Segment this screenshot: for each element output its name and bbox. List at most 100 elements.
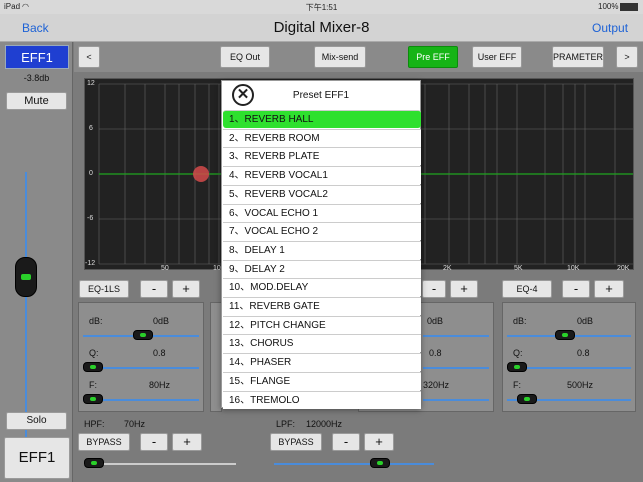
status-bar: iPad ◠ 下午1:51 100% bbox=[0, 0, 643, 14]
eq3-plus-button[interactable]: + bbox=[450, 280, 478, 298]
x-tick-20k: 20K bbox=[617, 265, 630, 272]
eq1-plus-button[interactable]: + bbox=[172, 280, 200, 298]
preset-item[interactable]: 9、DELAY 2 bbox=[223, 259, 421, 278]
solo-button[interactable]: Solo bbox=[6, 412, 67, 430]
eq4-f-label: F: bbox=[513, 380, 521, 390]
eq4-card: dB: 0dB Q: 0.8 F: 500Hz bbox=[502, 302, 636, 412]
lpf-bypass-button[interactable]: BYPASS bbox=[270, 433, 322, 451]
navigation-bar: Back Digital Mixer-8 Output bbox=[0, 14, 643, 42]
eq4-minus-button[interactable]: - bbox=[562, 280, 590, 298]
eq4-db-knob[interactable] bbox=[555, 330, 575, 340]
eq-out-button[interactable]: EQ Out bbox=[220, 46, 270, 68]
preset-item[interactable]: 16、TREMOLO bbox=[223, 390, 421, 409]
lpf-label: LPF: bbox=[276, 419, 296, 429]
eq4-f-value: 500Hz bbox=[567, 380, 594, 390]
page-title: Digital Mixer-8 bbox=[273, 19, 370, 36]
eq3-minus-button[interactable]: - bbox=[422, 280, 446, 298]
lpf-value: 12000Hz bbox=[306, 419, 343, 429]
eq1-q-knob[interactable] bbox=[83, 362, 103, 372]
preset-item[interactable]: 5、REVERB VOCAL2 bbox=[223, 184, 421, 203]
toolbar: < EQ Out Mix-send Pre EFF User EFF PRAME… bbox=[74, 42, 643, 72]
eq1-q-value: 0.8 bbox=[153, 348, 166, 358]
eq1-q-label: Q: bbox=[89, 348, 99, 358]
eq4-q-knob[interactable] bbox=[507, 362, 527, 372]
eq3-db-value: 0dB bbox=[427, 316, 444, 326]
preset-item[interactable]: 13、CHORUS bbox=[223, 334, 421, 353]
hpf-minus-button[interactable]: - bbox=[140, 433, 168, 451]
lpf-slider[interactable] bbox=[274, 463, 434, 465]
preset-item[interactable]: 8、DELAY 1 bbox=[223, 240, 421, 259]
output-button[interactable]: Output bbox=[592, 21, 628, 35]
eq1-db-label: dB: bbox=[89, 316, 103, 326]
eq4-q-label: Q: bbox=[513, 348, 523, 358]
y-tick-6: 6 bbox=[89, 125, 93, 132]
parameter-button[interactable]: PRAMETER bbox=[552, 46, 604, 68]
eq1-name-button[interactable]: EQ-1LS bbox=[79, 280, 129, 298]
fader-knob[interactable] bbox=[15, 257, 37, 297]
hpf-value: 70Hz bbox=[124, 419, 146, 429]
eq1-f-value: 80Hz bbox=[149, 380, 171, 390]
preset-item[interactable]: 10、MOD.DELAY bbox=[223, 278, 421, 297]
x-tick-50: 50 bbox=[161, 265, 169, 272]
eq4-plus-button[interactable]: + bbox=[594, 280, 624, 298]
preset-item[interactable]: 4、REVERB VOCAL1 bbox=[223, 166, 421, 185]
eq1-minus-button[interactable]: - bbox=[140, 280, 168, 298]
fader-track[interactable] bbox=[25, 172, 27, 442]
x-tick-2k: 2K bbox=[443, 265, 452, 272]
lpf-minus-button[interactable]: - bbox=[332, 433, 360, 451]
preset-item[interactable]: 2、REVERB ROOM bbox=[223, 128, 421, 147]
hpf-label: HPF: bbox=[84, 419, 105, 429]
preset-dialog: ✕ Preset EFF1 1、REVERB HALL 2、REVERB ROOM… bbox=[221, 80, 421, 409]
eq3-db-slider[interactable] bbox=[423, 335, 489, 337]
preset-item[interactable]: 15、FLANGE bbox=[223, 371, 421, 390]
preset-item[interactable]: 11、REVERB GATE bbox=[223, 297, 421, 315]
mix-send-button[interactable]: Mix-send bbox=[314, 46, 366, 68]
next-button[interactable]: > bbox=[616, 46, 638, 68]
preset-dialog-title: Preset EFF1 bbox=[292, 90, 350, 101]
x-tick-5k: 5K bbox=[514, 265, 523, 272]
hpf-bypass-button[interactable]: BYPASS bbox=[78, 433, 130, 451]
preset-item[interactable]: 14、PHASER bbox=[223, 353, 421, 372]
preset-item[interactable]: 7、VOCAL ECHO 2 bbox=[223, 222, 421, 241]
battery-icon bbox=[620, 3, 638, 11]
eq-band-handle[interactable] bbox=[193, 166, 209, 182]
channel-name[interactable]: EFF1 bbox=[5, 45, 69, 69]
eq4-db-label: dB: bbox=[513, 316, 527, 326]
preset-item[interactable]: 12、PITCH CHANGE bbox=[223, 315, 421, 334]
channel-strip: EFF1 -3.8db Mute Solo EFF1 bbox=[0, 42, 73, 482]
eq4-name-button[interactable]: EQ-4 bbox=[502, 280, 552, 298]
eq4-db-value: 0dB bbox=[577, 316, 594, 326]
eq3-q-slider[interactable] bbox=[423, 367, 489, 369]
preset-dialog-header: ✕ Preset EFF1 bbox=[222, 81, 420, 109]
preset-item[interactable]: 1、REVERB HALL bbox=[223, 110, 421, 128]
effect-channel-button[interactable]: EFF1 bbox=[4, 437, 70, 479]
channel-level: -3.8db bbox=[23, 73, 50, 83]
eq4-q-value: 0.8 bbox=[577, 348, 590, 358]
y-tick-0: 0 bbox=[89, 170, 93, 177]
y-tick-12: 12 bbox=[87, 80, 95, 87]
y-tick-minus12: -12 bbox=[85, 260, 96, 267]
status-time: 下午1:51 bbox=[305, 3, 338, 12]
hpf-slider[interactable] bbox=[84, 463, 236, 465]
preset-item[interactable]: 6、VOCAL ECHO 1 bbox=[223, 203, 421, 222]
eq1-f-knob[interactable] bbox=[83, 394, 103, 404]
hpf-knob[interactable] bbox=[84, 458, 104, 468]
lpf-knob[interactable] bbox=[370, 458, 390, 468]
eq1-f-label: F: bbox=[89, 380, 97, 390]
user-eff-button[interactable]: User EFF bbox=[472, 46, 522, 68]
lpf-plus-button[interactable]: + bbox=[364, 433, 394, 451]
eq3-q-value: 0.8 bbox=[429, 348, 442, 358]
prev-button[interactable]: < bbox=[78, 46, 100, 68]
mute-button[interactable]: Mute bbox=[6, 92, 67, 110]
hpf-plus-button[interactable]: + bbox=[172, 433, 202, 451]
x-tick-100: 10 bbox=[213, 265, 221, 272]
y-tick-minus6: -6 bbox=[87, 215, 94, 222]
x-tick-10k: 10K bbox=[567, 265, 580, 272]
eq1-db-value: 0dB bbox=[153, 316, 170, 326]
eq4-f-knob[interactable] bbox=[517, 394, 537, 404]
preset-item[interactable]: 3、REVERB PLATE bbox=[223, 147, 421, 166]
eq3-f-value: 320Hz bbox=[423, 380, 450, 390]
pre-eff-button[interactable]: Pre EFF bbox=[408, 46, 458, 68]
eq1-db-knob[interactable] bbox=[133, 330, 153, 340]
eq3-f-slider[interactable] bbox=[423, 399, 489, 401]
